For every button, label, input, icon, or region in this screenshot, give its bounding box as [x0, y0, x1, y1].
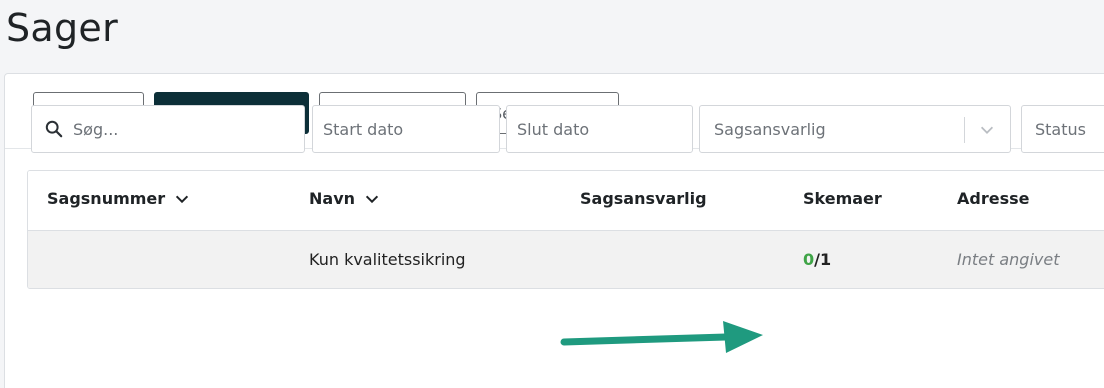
cell-adresse: Intet angivet	[957, 250, 1060, 269]
cell-navn: Kun kvalitetssikring	[309, 250, 466, 269]
column-adresse: Adresse	[957, 189, 1029, 208]
cases-table: Sagsnummer Navn Sagsansvarlig Skemaer Ad…	[27, 170, 1104, 289]
column-label: Skemaer	[803, 189, 882, 208]
skemaer-total-count: 1	[819, 250, 832, 269]
annotation-arrow-icon	[560, 321, 763, 353]
column-label: Sagsnummer	[47, 189, 166, 208]
responsible-placeholder: Sagsansvarlig	[714, 119, 826, 139]
status-select[interactable]: Status	[1021, 105, 1104, 153]
end-date-placeholder: Slut dato	[517, 119, 590, 139]
responsible-select[interactable]: Sagsansvarlig	[699, 105, 1011, 153]
cell-skemaer: 0/1	[803, 250, 831, 269]
column-label: Navn	[309, 189, 356, 208]
search-field[interactable]: Søg...	[31, 105, 305, 153]
column-sagsansvarlig: Sagsansvarlig	[580, 189, 707, 208]
chevron-down-icon	[365, 195, 379, 203]
column-skemaer: Skemaer	[803, 189, 882, 208]
end-date-field[interactable]: Slut dato	[506, 105, 693, 153]
select-separator	[964, 117, 965, 143]
skemaer-done-count: 0	[803, 250, 815, 269]
column-label: Adresse	[957, 189, 1030, 208]
search-placeholder: Søg...	[73, 119, 119, 139]
start-date-field[interactable]: Start dato	[312, 105, 500, 153]
start-date-placeholder: Start dato	[323, 119, 404, 139]
chevron-down-icon	[176, 195, 189, 203]
page-title: Sager	[6, 6, 119, 50]
chevron-down-icon[interactable]	[978, 121, 996, 139]
column-navn[interactable]: Navn	[309, 189, 381, 208]
table-header: Sagsnummer Navn Sagsansvarlig Skemaer Ad…	[28, 171, 1104, 231]
column-sagsnummer[interactable]: Sagsnummer	[47, 189, 191, 208]
column-label: Sagsansvarlig	[580, 189, 707, 208]
status-placeholder: Status	[1035, 119, 1086, 139]
table-row[interactable]: Kun kvalitetssikring 0/1 Intet angivet	[28, 231, 1104, 288]
search-icon	[45, 120, 63, 138]
